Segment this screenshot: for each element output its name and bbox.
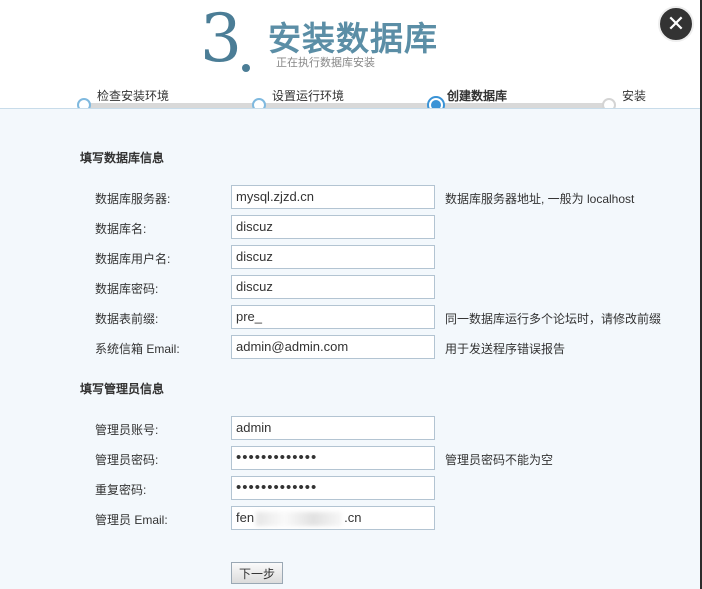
db-host-label: 数据库服务器: (95, 192, 171, 206)
admin-account-label: 管理员账号: (95, 423, 159, 437)
admin-section-title: 填写管理员信息 (80, 382, 165, 396)
close-button[interactable]: ✕ (658, 6, 694, 42)
step-label-create-db: 创建数据库 (447, 89, 508, 103)
db-name-input[interactable]: discuz (231, 215, 435, 239)
redacted-blur (256, 511, 343, 526)
db-host-row: 数据库服务器: mysql.zjzd.cn 数据库服务器地址, 一般为 loca… (0, 185, 700, 209)
admin-email-suffix: .cn (344, 510, 362, 525)
admin-email-row: 管理员 Email: fen .cn (0, 506, 700, 530)
db-password-input[interactable]: discuz (231, 275, 435, 299)
step-label-install: 安装 (622, 89, 647, 103)
page-subtitle: 正在执行数据库安装 (276, 57, 375, 69)
admin-email-prefix: fen (236, 510, 255, 525)
admin-password-row: 管理员密码: ••••••••••••• 管理员密码不能为空 (0, 446, 700, 470)
system-email-label: 系统信箱 Email: (95, 342, 180, 356)
db-user-row: 数据库用户名: discuz (0, 245, 700, 269)
step-label-check-env: 检查安装环境 (97, 89, 170, 103)
progress-steps: 检查安装环境 设置运行环境 创建数据库 安装 (0, 84, 702, 114)
system-email-input[interactable]: admin@admin.com (231, 335, 435, 359)
repeat-password-row: 重复密码: ••••••••••••• (0, 476, 700, 500)
admin-email-input[interactable]: fen .cn (231, 506, 435, 530)
table-prefix-label: 数据表前缀: (95, 312, 159, 326)
system-email-hint: 用于发送程序错误报告 (445, 342, 566, 356)
system-email-row: 系统信箱 Email: admin@admin.com 用于发送程序错误报告 (0, 335, 700, 359)
db-host-input[interactable]: mysql.zjzd.cn (231, 185, 435, 209)
admin-password-input[interactable]: ••••••••••••• (231, 446, 435, 470)
admin-account-row: 管理员账号: admin (0, 416, 700, 440)
admin-account-input[interactable]: admin (231, 416, 435, 440)
db-section-title: 填写数据库信息 (80, 151, 165, 165)
step-number: 3 (200, 0, 242, 77)
page-title: 安装数据库 (268, 20, 438, 57)
table-prefix-input[interactable]: pre_ (231, 305, 435, 329)
db-name-label: 数据库名: (95, 222, 147, 236)
table-prefix-hint: 同一数据库运行多个论坛时，请修改前缀 (445, 312, 662, 326)
db-password-row: 数据库密码: discuz (0, 275, 700, 299)
db-host-hint: 数据库服务器地址, 一般为 localhost (445, 192, 635, 206)
step-number-dot (242, 64, 250, 72)
db-user-label: 数据库用户名: (95, 252, 171, 266)
db-name-row: 数据库名: discuz (0, 215, 700, 239)
db-password-label: 数据库密码: (95, 282, 159, 296)
db-user-input[interactable]: discuz (231, 245, 435, 269)
next-step-button[interactable]: 下一步 (231, 562, 283, 584)
repeat-password-label: 重复密码: (95, 483, 147, 497)
admin-email-label: 管理员 Email: (95, 513, 168, 527)
admin-password-hint: 管理员密码不能为空 (445, 453, 554, 467)
table-prefix-row: 数据表前缀: pre_ 同一数据库运行多个论坛时，请修改前缀 (0, 305, 700, 329)
repeat-password-input[interactable]: ••••••••••••• (231, 476, 435, 500)
step-label-set-env: 设置运行环境 (272, 89, 345, 103)
close-icon: ✕ (666, 11, 686, 36)
admin-password-label: 管理员密码: (95, 453, 159, 467)
